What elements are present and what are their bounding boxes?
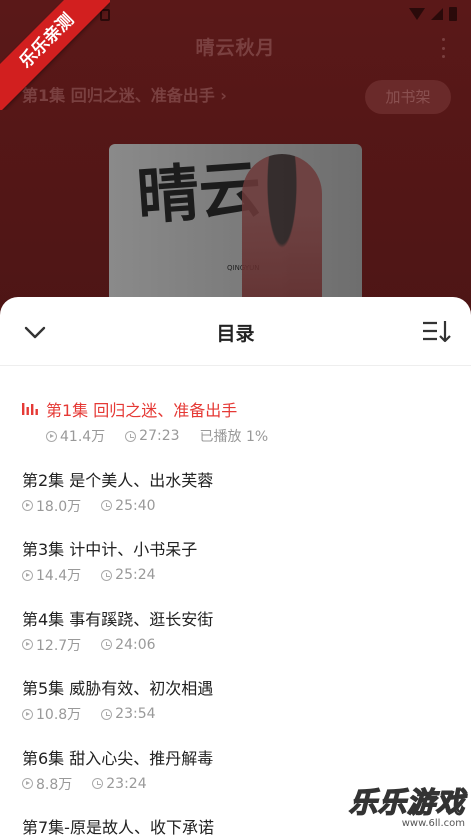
episode-title: 第2集 是个美人、出水芙蓉 (22, 470, 214, 490)
wifi-icon (409, 8, 425, 20)
play-count-icon (22, 500, 33, 511)
battery-icon (449, 7, 457, 21)
episode-title: 第1集 回归之迷、准备出手 (46, 401, 238, 420)
play-count-icon (22, 708, 33, 720)
episode-item[interactable]: 第2集 是个美人、出水芙蓉 18.0万 25:40 (0, 459, 471, 529)
chevron-right-icon: › (220, 86, 227, 105)
episode-title: 第4集 事有蹊跷、逛长安街 (22, 609, 214, 629)
catalog-sheet: 目录 第1集 回归之迷、准备出手 41.4万 27:23 已播放 1% 第2集 … (0, 297, 471, 837)
episode-item[interactable]: 第3集 计中计、小书呆子 14.4万 25:24 (0, 528, 471, 598)
corner-ribbon: 乐乐亲测 (0, 0, 110, 110)
play-count-icon (22, 569, 33, 581)
episode-list: 第1集 回归之迷、准备出手 41.4万 27:23 已播放 1% 第2集 是个美… (0, 389, 471, 837)
episode-title: 第3集 计中计、小书呆子 (22, 540, 198, 559)
play-count: 10.8万 (36, 707, 82, 723)
sort-order-icon[interactable] (421, 317, 451, 345)
clock-icon (125, 430, 137, 442)
ribbon-label: 乐乐亲测 (0, 0, 110, 110)
play-count-icon (46, 430, 57, 442)
duration: 25:24 (115, 567, 156, 583)
site-watermark: 乐乐游戏 www.6ll.com (348, 786, 465, 829)
play-count: 14.4万 (36, 568, 82, 584)
clock-icon (101, 708, 113, 720)
episode-item[interactable]: 第1集 回归之迷、准备出手 41.4万 27:23 已播放 1% (0, 389, 471, 459)
duration: 23:54 (115, 706, 156, 722)
add-to-shelf-button[interactable]: 加书架 (365, 80, 451, 114)
duration: 27:23 (139, 428, 180, 444)
catalog-header: 目录 (0, 297, 471, 366)
play-progress: 已播放 1% (199, 429, 269, 445)
play-count-icon (22, 639, 33, 650)
duration: 24:06 (115, 636, 156, 653)
watermark-url: www.6ll.com (401, 818, 465, 829)
play-count: 12.7万 (36, 637, 82, 654)
more-options-icon[interactable] (441, 38, 445, 58)
episode-title: 第5集 威胁有效、初次相遇 (22, 679, 214, 698)
episode-title: 第6集 甜入心尖、推丹解毒 (22, 748, 214, 768)
clock-icon (101, 500, 113, 511)
watermark-logo: 乐乐游戏 (348, 786, 465, 819)
now-playing-icon (22, 403, 38, 415)
clock-icon (92, 778, 104, 789)
play-count: 18.0万 (36, 498, 82, 515)
episode-item[interactable]: 第4集 事有蹊跷、逛长安街 12.7万 24:06 (0, 598, 471, 668)
episode-title: 第7集-原是故人、收下承诺 (22, 818, 214, 837)
play-count: 41.4万 (60, 429, 106, 445)
duration: 23:24 (106, 775, 147, 792)
catalog-title: 目录 (216, 323, 255, 345)
duration: 25:40 (115, 497, 156, 514)
clock-icon (101, 639, 113, 650)
episode-item[interactable]: 第5集 威胁有效、初次相遇 10.8万 23:54 (0, 667, 471, 737)
play-count: 8.8万 (36, 776, 73, 793)
clock-icon (101, 569, 113, 581)
signal-icon (431, 8, 443, 20)
play-count-icon (22, 778, 33, 789)
